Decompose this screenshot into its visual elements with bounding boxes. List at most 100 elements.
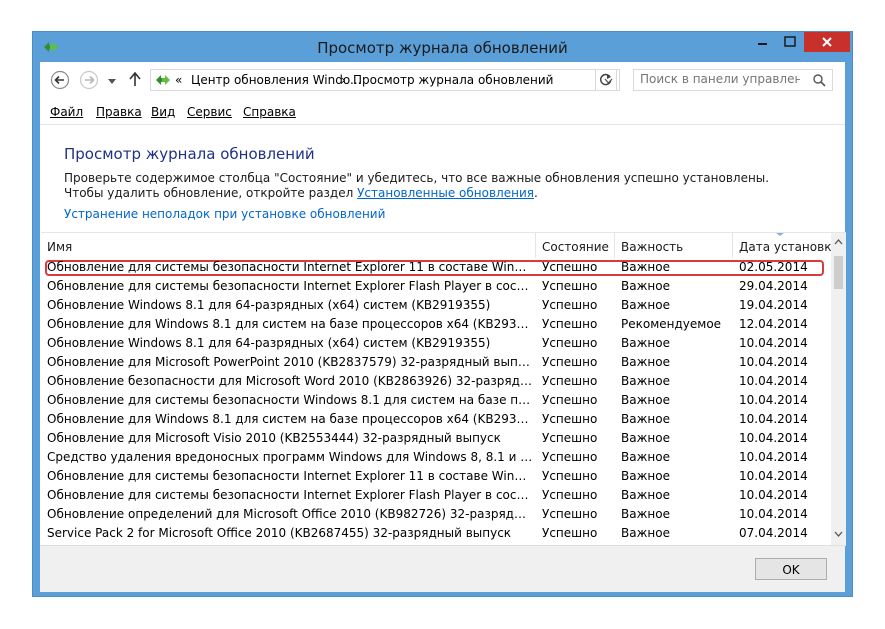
table-row[interactable]: Обновление для системы безопасности Inte… <box>41 277 831 296</box>
close-button[interactable] <box>804 32 850 52</box>
installed-updates-link[interactable]: Установленные обновления <box>357 186 534 200</box>
cell-date: 10.04.2014 <box>739 507 808 521</box>
up-button[interactable] <box>128 71 142 90</box>
cell-importance: Важное <box>621 488 670 502</box>
table-row[interactable]: Обновление безопасности для Microsoft Wo… <box>41 372 831 391</box>
cell-status: Успешно <box>542 298 598 312</box>
cell-importance: Важное <box>621 412 670 426</box>
cell-status: Успешно <box>542 355 598 369</box>
address-overflow-chevron[interactable]: « <box>175 73 182 87</box>
table-row[interactable]: Средство удаления вредоносных программ W… <box>41 448 831 467</box>
cell-importance: Важное <box>621 336 670 350</box>
column-header-importance[interactable]: Важность <box>615 233 733 258</box>
menu-help[interactable]: Справка <box>243 105 296 119</box>
update-history-window: Просмотр журнала обновлений « Центр обно… <box>32 31 853 597</box>
search-box[interactable] <box>633 69 833 91</box>
breadcrumb-separator[interactable]: › <box>341 73 346 87</box>
navigation-bar: « Центр обновления Windo... › Просмотр ж… <box>40 62 845 100</box>
cell-status: Успешно <box>542 507 598 521</box>
table-row[interactable]: Обновление Windows 8.1 для 64-разрядных … <box>41 334 831 353</box>
cell-importance: Важное <box>621 393 670 407</box>
cell-name: Обновление для системы безопасности Inte… <box>47 469 533 483</box>
page-description: Проверьте содержимое столбца "Состояние"… <box>64 171 804 201</box>
cell-name: Обновление безопасности для Microsoft Wo… <box>47 374 533 388</box>
main-content: Просмотр журнала обновлений Проверьте со… <box>40 124 846 592</box>
cell-status: Успешно <box>542 412 598 426</box>
table-row[interactable]: Обновление определений для Microsoft Off… <box>41 505 831 524</box>
search-icon[interactable] <box>813 74 826 87</box>
client-area: « Центр обновления Windo... › Просмотр ж… <box>40 62 846 592</box>
vertical-scrollbar[interactable] <box>831 233 846 546</box>
cell-importance: Важное <box>621 298 670 312</box>
cell-importance: Важное <box>621 450 670 464</box>
table-row[interactable]: Обновление для системы безопасности Inte… <box>41 467 831 486</box>
cell-date: 10.04.2014 <box>739 431 808 445</box>
chevron-down-icon <box>108 79 116 84</box>
cell-importance: Важное <box>621 279 670 293</box>
cell-date: 10.04.2014 <box>739 374 808 388</box>
cell-date: 02.05.2014 <box>739 260 808 274</box>
breadcrumb-windows-update[interactable]: Центр обновления Windo... <box>191 73 361 87</box>
table-row[interactable]: Обновление для системы безопасности Inte… <box>41 258 831 277</box>
column-header-name[interactable]: Имя <box>41 233 536 258</box>
cell-date: 10.04.2014 <box>739 336 808 350</box>
cell-date: 10.04.2014 <box>739 355 808 369</box>
maximize-button[interactable] <box>776 32 804 52</box>
cell-status: Успешно <box>542 526 598 540</box>
table-row[interactable]: Обновление для Windows 8.1 для систем на… <box>41 410 831 429</box>
scroll-up-icon[interactable] <box>834 239 843 245</box>
window-title: Просмотр журнала обновлений <box>317 39 568 57</box>
cell-status: Успешно <box>542 374 598 388</box>
page-title: Просмотр журнала обновлений <box>64 145 315 163</box>
cell-date: 10.04.2014 <box>739 450 808 464</box>
scrollbar-thumb[interactable] <box>834 256 843 289</box>
cell-status: Успешно <box>542 488 598 502</box>
menu-edit[interactable]: Правка <box>96 105 142 119</box>
cell-importance: Рекомендуемое <box>621 317 722 331</box>
cell-date: 12.04.2014 <box>739 317 808 331</box>
cell-name: Обновление Windows 8.1 для 64-разрядных … <box>47 298 491 312</box>
menu-view[interactable]: Вид <box>151 105 175 119</box>
cell-date: 10.04.2014 <box>739 469 808 483</box>
cell-name: Service Pack 2 for Microsoft Office 2010… <box>47 526 512 540</box>
forward-button[interactable] <box>79 70 99 93</box>
windows-update-icon <box>156 75 170 85</box>
back-button[interactable] <box>50 70 70 93</box>
cell-date: 07.04.2014 <box>739 526 808 540</box>
cell-name: Обновление для Microsoft Visio 2010 (KB2… <box>47 431 501 445</box>
table-row[interactable]: Обновление Windows 8.1 для 64-разрядных … <box>41 296 831 315</box>
title-bar[interactable]: Просмотр журнала обновлений <box>33 32 852 62</box>
cell-status: Успешно <box>542 431 598 445</box>
cell-name: Обновление для системы безопасности Inte… <box>47 279 533 293</box>
table-row[interactable]: Обновление для системы безопасности Inte… <box>41 486 831 505</box>
troubleshoot-link[interactable]: Устранение неполадок при установке обнов… <box>64 207 385 221</box>
table-row[interactable]: Service Pack 2 for Microsoft Office 2010… <box>41 524 831 543</box>
cell-name: Обновление для Microsoft PowerPoint 2010… <box>47 355 533 369</box>
table-row[interactable]: Обновление для Windows 8.1 для систем на… <box>41 315 831 334</box>
menu-tools[interactable]: Сервис <box>187 105 232 119</box>
table-row[interactable]: Обновление для системы безопасности Wind… <box>41 391 831 410</box>
cell-date: 29.04.2014 <box>739 279 808 293</box>
table-row[interactable]: Обновление для Microsoft Visio 2010 (KB2… <box>41 429 831 448</box>
ok-button[interactable]: OK <box>755 558 827 580</box>
search-input[interactable] <box>640 72 800 86</box>
scroll-down-icon[interactable] <box>834 531 843 537</box>
recent-locations-dropdown[interactable] <box>107 75 117 89</box>
cell-importance: Важное <box>621 374 670 388</box>
cell-date: 10.04.2014 <box>739 393 808 407</box>
menu-file[interactable]: Файл <box>50 105 83 119</box>
address-bar[interactable]: « Центр обновления Windo... › Просмотр ж… <box>150 69 620 91</box>
column-header-status[interactable]: Состояние <box>536 233 615 258</box>
breadcrumb-update-history[interactable]: Просмотр журнала обновлений <box>353 73 553 87</box>
forward-arrow-icon <box>79 70 99 90</box>
cell-date: 19.04.2014 <box>739 298 808 312</box>
table-row[interactable]: Обновление для Microsoft PowerPoint 2010… <box>41 353 831 372</box>
refresh-button[interactable] <box>595 69 617 91</box>
updates-table: Имя Состояние Важность Дата установки Об… <box>41 232 846 546</box>
cell-importance: Важное <box>621 526 670 540</box>
cell-importance: Важное <box>621 431 670 445</box>
minimize-button[interactable] <box>748 32 776 52</box>
back-arrow-icon <box>50 70 70 90</box>
dialog-footer: OK <box>40 545 845 592</box>
refresh-icon <box>599 73 612 86</box>
